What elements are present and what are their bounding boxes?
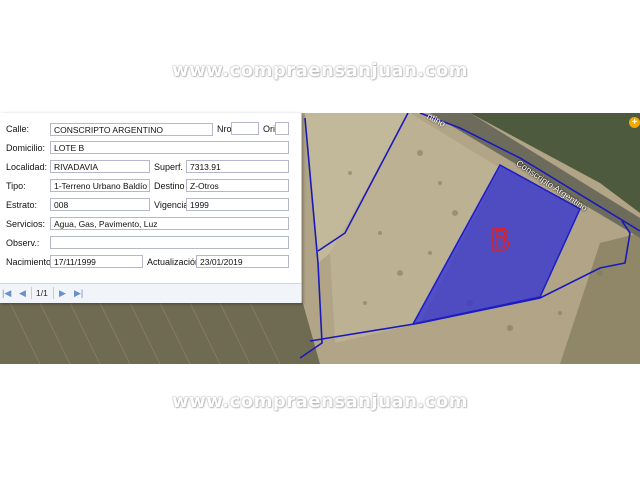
nro-label: Nro (217, 124, 232, 134)
actualizacion-field[interactable]: 23/01/2019 (196, 255, 289, 268)
actualizacion-label: Actualización (147, 257, 201, 267)
observ-label: Observ.: (6, 238, 40, 248)
servicios-label: Servicios: (6, 219, 46, 229)
calle-field[interactable]: CONSCRIPTO ARGENTINO (50, 123, 213, 136)
localidad-field[interactable]: RIVADAVIA (50, 160, 150, 173)
nacimiento-label: Nacimiento: (6, 257, 54, 267)
destino-label: Destino (154, 181, 185, 191)
estrato-label: Estrato: (6, 200, 38, 210)
calle-label: Calle: (6, 124, 30, 134)
page-indicator: 1/1 (36, 288, 48, 298)
domicilio-field[interactable]: LOTE B (50, 141, 289, 154)
lot-marker-b: B (490, 223, 511, 258)
prev-page-icon[interactable]: ◀ (19, 288, 26, 298)
first-page-icon[interactable]: |◀ (2, 288, 11, 298)
observ-field[interactable] (50, 236, 289, 249)
ori-field[interactable] (275, 122, 289, 135)
pager-toolbar: |◀ ◀ 1/1 ▶ ▶| (0, 283, 301, 303)
nacimiento-field[interactable]: 17/11/1999 (50, 255, 143, 268)
nro-field[interactable] (231, 122, 259, 135)
watermark-bottom: www.compraensanjuan.com (171, 391, 469, 412)
superf-label: Superf. (154, 162, 184, 172)
pager-separator (31, 287, 32, 299)
map-zoom-plus-icon[interactable]: + (629, 117, 640, 128)
superf-field[interactable]: 7313.91 (186, 160, 289, 173)
property-info-panel: Calle: CONSCRIPTO ARGENTINO Nro Ori Domi… (0, 113, 302, 303)
pager-separator (53, 287, 54, 299)
vigencia-label: Vigencia (154, 200, 189, 210)
watermark-top: www.compraensanjuan.com (171, 60, 469, 81)
domicilio-label: Domicilio: (6, 143, 46, 153)
tipo-label: Tipo: (6, 181, 26, 191)
destino-field[interactable]: Z-Otros (186, 179, 289, 192)
next-page-icon[interactable]: ▶ (59, 288, 66, 298)
localidad-label: Localidad: (6, 162, 48, 172)
estrato-field[interactable]: 008 (50, 198, 150, 211)
servicios-field[interactable]: Agua, Gas, Pavimento, Luz (50, 217, 289, 230)
ori-label: Ori (263, 124, 275, 134)
tipo-field[interactable]: 1-Terreno Urbano Baldío (50, 179, 150, 192)
last-page-icon[interactable]: ▶| (74, 288, 83, 298)
vigencia-field[interactable]: 1999 (186, 198, 289, 211)
